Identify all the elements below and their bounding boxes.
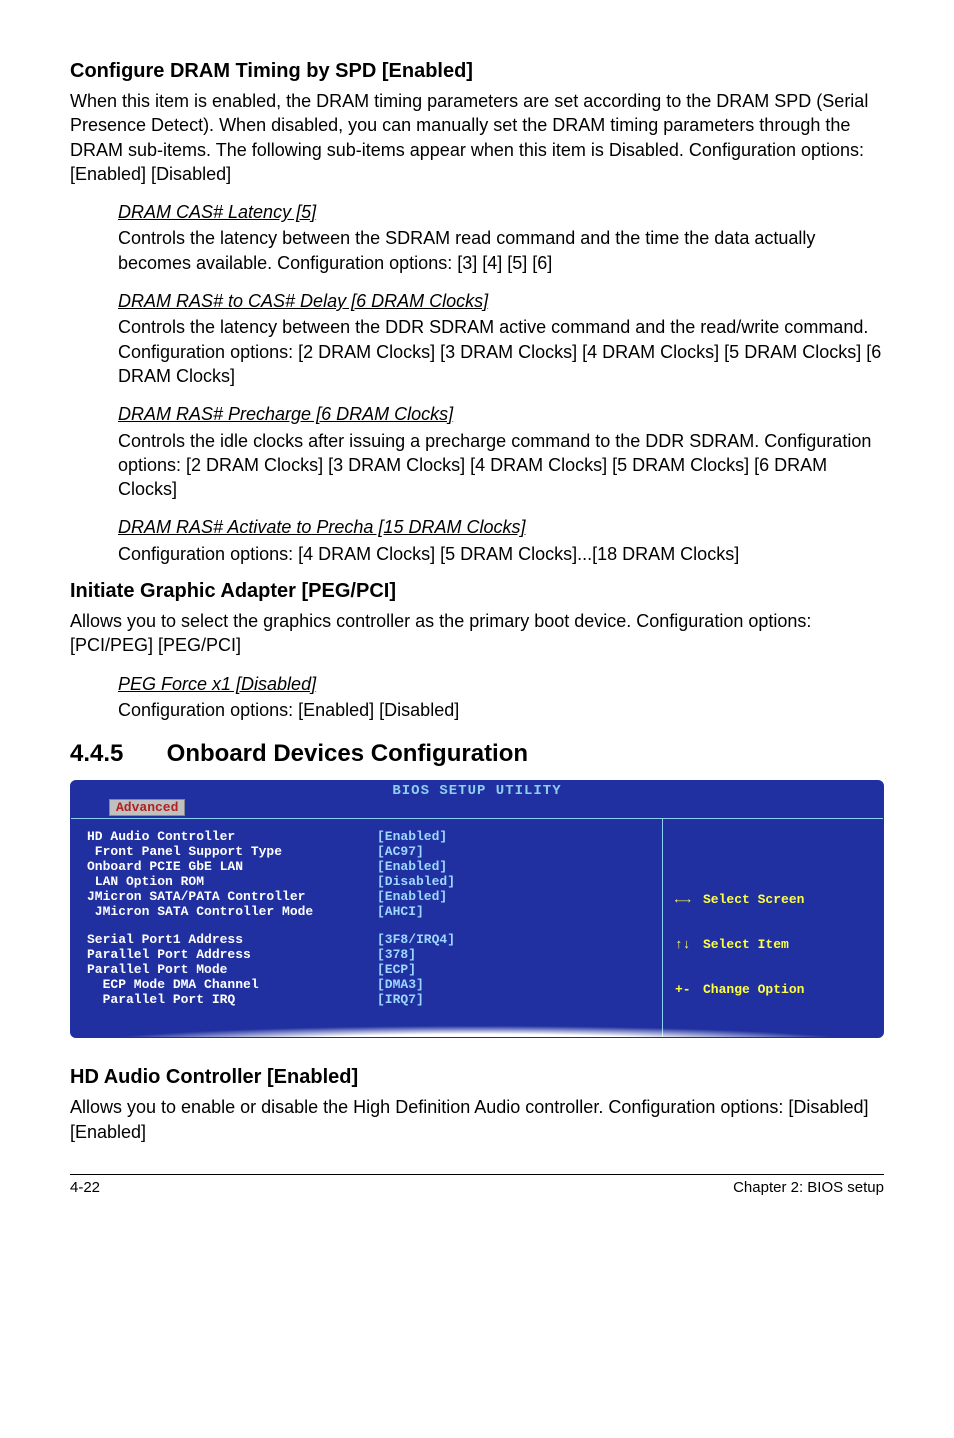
chapter-label: Chapter 2: BIOS setup: [733, 1179, 884, 1196]
subhead-ras-cas-delay: DRAM RAS# to CAS# Delay [6 DRAM Clocks]: [118, 289, 884, 313]
bios-help-keys: ←→Select Screen ↑↓Select Item +-Change O…: [675, 862, 804, 1027]
bios-group-2: Serial Port1 Address[3F8/IRQ4] Parallel …: [87, 932, 652, 1007]
section-title: Onboard Devices Configuration: [167, 740, 528, 767]
para-hd-audio: Allows you to enable or disable the High…: [70, 1095, 884, 1144]
heading-graphic-adapter: Initiate Graphic Adapter [PEG/PCI]: [70, 580, 884, 603]
bios-row[interactable]: ECP Mode DMA Channel[DMA3]: [87, 977, 652, 992]
para-dram-spd: When this item is enabled, the DRAM timi…: [70, 89, 884, 186]
section-number: 4.4.5: [70, 740, 160, 768]
bios-title: BIOS SETUP UTILITY: [71, 781, 883, 799]
subhead-ras-activate: DRAM RAS# Activate to Precha [15 DRAM Cl…: [118, 515, 884, 539]
bios-help-panel: ←→Select Screen ↑↓Select Item +-Change O…: [663, 819, 883, 1037]
heading-hd-audio: HD Audio Controller [Enabled]: [70, 1066, 884, 1089]
bios-group-1: HD Audio Controller[Enabled] Front Panel…: [87, 829, 652, 919]
section-heading-onboard-devices: 4.4.5 Onboard Devices Configuration: [70, 740, 884, 768]
bios-row[interactable]: JMicron SATA/PATA Controller[Enabled]: [87, 889, 652, 904]
subhead-cas-latency: DRAM CAS# Latency [5]: [118, 200, 884, 224]
bios-tab-advanced[interactable]: Advanced: [109, 799, 185, 816]
plus-minus-icon: +-: [675, 982, 703, 997]
para-graphic-adapter: Allows you to select the graphics contro…: [70, 609, 884, 658]
bios-row[interactable]: JMicron SATA Controller Mode[AHCI]: [87, 904, 652, 919]
arrow-up-down-icon: ↑↓: [675, 937, 703, 952]
bios-row[interactable]: Parallel Port Address[378]: [87, 947, 652, 962]
bios-row[interactable]: Onboard PCIE GbE LAN[Enabled]: [87, 859, 652, 874]
bios-screenshot: BIOS SETUP UTILITY Advanced HD Audio Con…: [70, 780, 884, 1038]
bios-row[interactable]: Front Panel Support Type[AC97]: [87, 844, 652, 859]
page-number: 4-22: [70, 1179, 100, 1196]
para-peg-force: Configuration options: [Enabled] [Disabl…: [118, 698, 884, 722]
bios-row[interactable]: Parallel Port Mode[ECP]: [87, 962, 652, 977]
para-cas-latency: Controls the latency between the SDRAM r…: [118, 226, 884, 275]
bios-settings-panel: HD Audio Controller[Enabled] Front Panel…: [71, 819, 663, 1037]
para-ras-cas-delay: Controls the latency between the DDR SDR…: [118, 315, 884, 388]
bios-row[interactable]: Serial Port1 Address[3F8/IRQ4]: [87, 932, 652, 947]
para-ras-precharge: Controls the idle clocks after issuing a…: [118, 429, 884, 502]
footer-divider: [70, 1174, 884, 1175]
bios-row[interactable]: LAN Option ROM[Disabled]: [87, 874, 652, 889]
bios-row[interactable]: Parallel Port IRQ[IRQ7]: [87, 992, 652, 1007]
subhead-peg-force: PEG Force x1 [Disabled]: [118, 672, 884, 696]
bios-row[interactable]: HD Audio Controller[Enabled]: [87, 829, 652, 844]
heading-dram-spd: Configure DRAM Timing by SPD [Enabled]: [70, 60, 884, 83]
para-ras-activate: Configuration options: [4 DRAM Clocks] […: [118, 542, 884, 566]
subhead-ras-precharge: DRAM RAS# Precharge [6 DRAM Clocks]: [118, 402, 884, 426]
arrow-left-right-icon: ←→: [675, 892, 703, 907]
